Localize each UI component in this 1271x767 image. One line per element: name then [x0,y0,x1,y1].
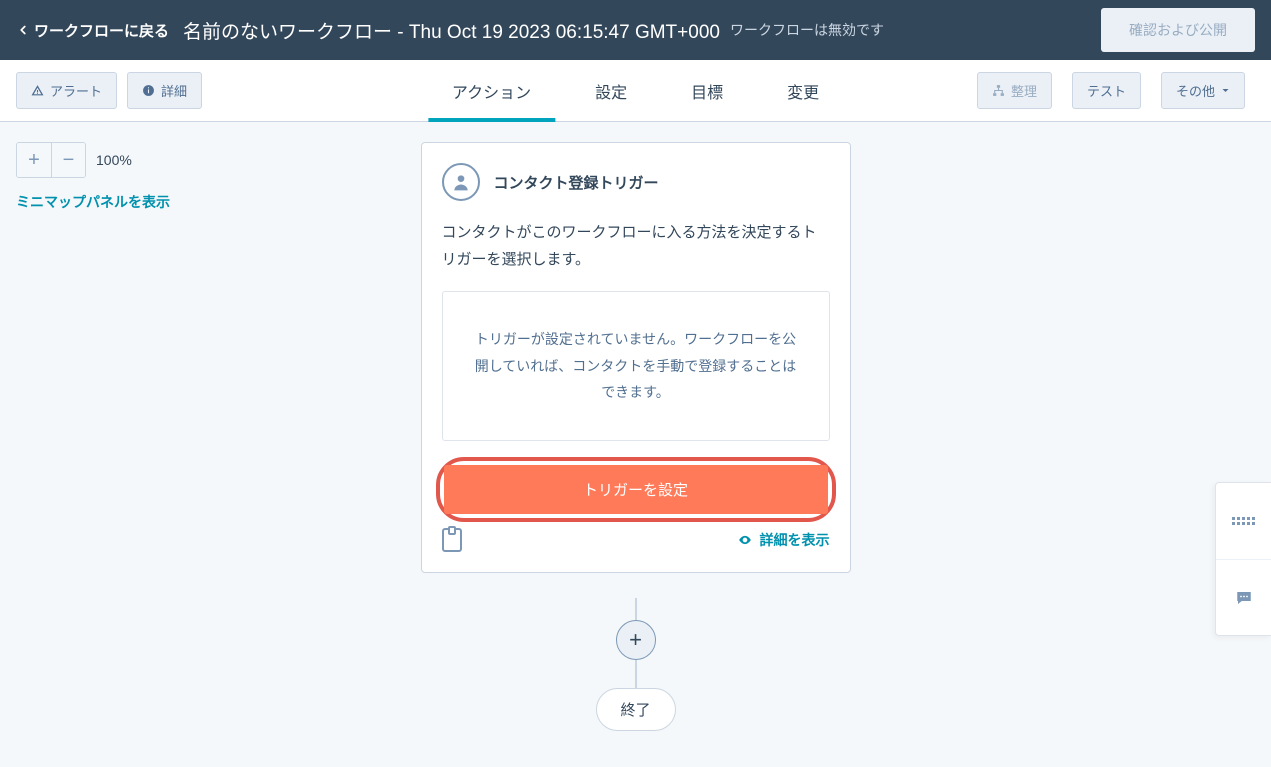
show-minimap-link[interactable]: ミニマップパネルを表示 [16,192,170,212]
zoom-controls: + − 100% [16,142,132,178]
clipboard-icon[interactable] [442,528,462,552]
details-link-label: 詳細を表示 [760,530,830,550]
sitemap-icon [992,84,1005,97]
warning-icon [31,84,44,97]
trigger-card-title: コンタクト登録トリガー [494,172,659,193]
connector-line [635,660,637,690]
comment-icon [1234,589,1254,607]
back-to-workflows-link[interactable]: ワークフローに戻る [16,20,169,41]
show-details-link[interactable]: 詳細を表示 [736,530,830,550]
eye-icon [736,533,754,547]
back-label: ワークフローに戻る [34,20,169,41]
rail-grid-button[interactable] [1216,483,1271,559]
contact-icon [442,163,480,201]
organize-label: 整理 [1011,81,1037,100]
zoom-out-button[interactable]: − [51,143,85,177]
tab-settings[interactable]: 設定 [591,60,631,121]
add-action-button[interactable]: + [616,620,656,660]
trigger-card-description: コンタクトがこのワークフローに入る方法を決定するトリガーを選択します。 [442,219,830,273]
test-button[interactable]: テスト [1072,72,1141,109]
tab-goal[interactable]: 目標 [687,60,727,121]
trigger-empty-state: トリガーが設定されていません。ワークフローを公開していれば、コンタクトを手動で登… [442,291,830,441]
publish-button[interactable]: 確認および公開 [1101,8,1255,52]
right-side-rail [1215,482,1271,636]
tab-action[interactable]: アクション [448,60,535,121]
zoom-level: 100% [96,152,132,168]
highlight-annotation: トリガーを設定 [436,457,836,522]
caret-down-icon [1221,86,1230,95]
info-icon [142,84,155,97]
trigger-node-card[interactable]: コンタクト登録トリガー コンタクトがこのワークフローに入る方法を決定するトリガー… [421,142,851,573]
chevron-left-icon [16,21,30,39]
setup-trigger-button[interactable]: トリガーを設定 [444,465,828,514]
workflow-status: ワークフローは無効です [730,20,884,40]
toolbar: アラート 詳細 アクション 設定 目標 変更 整理 テスト その他 [0,60,1271,122]
rail-comments-button[interactable] [1216,559,1271,635]
more-label: その他 [1176,81,1215,100]
details-label: 詳細 [161,81,187,100]
details-button[interactable]: 詳細 [127,72,202,109]
organize-button[interactable]: 整理 [977,72,1052,109]
zoom-in-button[interactable]: + [17,143,51,177]
workflow-title[interactable]: 名前のないワークフロー - Thu Oct 19 2023 06:15:47 G… [183,17,720,44]
workflow-canvas[interactable]: + − 100% ミニマップパネルを表示 コンタクト登録トリガー コンタクトがこ… [0,122,1271,767]
grid-icon [1232,517,1255,525]
tab-bar: アクション 設定 目標 変更 [448,60,823,121]
tab-change[interactable]: 変更 [783,60,823,121]
alerts-label: アラート [50,81,102,100]
more-button[interactable]: その他 [1161,72,1245,109]
alerts-button[interactable]: アラート [16,72,117,109]
app-header: ワークフローに戻る 名前のないワークフロー - Thu Oct 19 2023 … [0,0,1271,60]
end-node: 終了 [595,688,675,731]
